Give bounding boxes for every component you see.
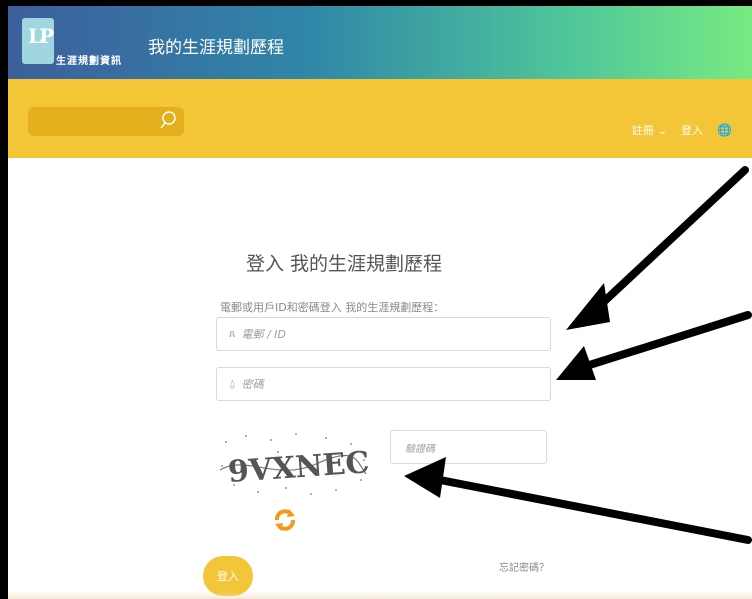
login-button[interactable]: 登入	[203, 556, 253, 596]
lock-icon: ⍙	[229, 377, 236, 390]
bottom-shadow	[8, 591, 752, 599]
email-field[interactable]: ጸ 電郵 / ID	[216, 317, 551, 351]
register-menu[interactable]: 註冊 ⌄	[632, 122, 667, 138]
logo-mark: LP	[28, 24, 54, 48]
search-icon[interactable]	[158, 110, 178, 136]
logo[interactable]: LP	[22, 18, 54, 64]
browser-frame: LP 生涯規劃資訊 我的生涯規劃歷程 註冊 ⌄ 登入 🌐 登入 我的生涯規劃歷程…	[8, 6, 752, 599]
user-icon: ጸ	[229, 327, 236, 340]
password-field[interactable]: ⍙ 密碼	[216, 367, 551, 401]
captcha-image: 9VXNEC	[216, 430, 371, 500]
login-instruction: 電郵或用戶ID和密碼登入 我的生涯規劃歷程：	[220, 301, 445, 314]
nav-right: 註冊 ⌄ 登入 🌐	[632, 122, 732, 138]
email-placeholder: 電郵 / ID	[241, 328, 286, 341]
logo-text: 生涯規劃資訊	[56, 56, 122, 67]
refresh-icon[interactable]	[274, 508, 296, 536]
captcha-placeholder: 驗證碼	[405, 443, 435, 455]
chevron-down-icon: ⌄	[657, 123, 668, 137]
captcha-input[interactable]: 驗證碼	[390, 430, 547, 464]
app-title: 我的生涯規劃歷程	[148, 38, 284, 58]
nav-bar: 註冊 ⌄ 登入 🌐	[8, 79, 752, 158]
login-heading: 登入 我的生涯規劃歷程	[245, 253, 443, 275]
globe-icon[interactable]: 🌐	[717, 123, 732, 137]
forgot-password-link[interactable]: 忘記密碼？	[499, 559, 549, 574]
password-placeholder: 密碼	[241, 378, 264, 391]
header-bar: LP 生涯規劃資訊 我的生涯規劃歷程	[8, 6, 752, 79]
search-input[interactable]	[28, 107, 184, 136]
nav-login-link[interactable]: 登入	[681, 122, 703, 138]
register-label: 註冊	[631, 124, 654, 137]
